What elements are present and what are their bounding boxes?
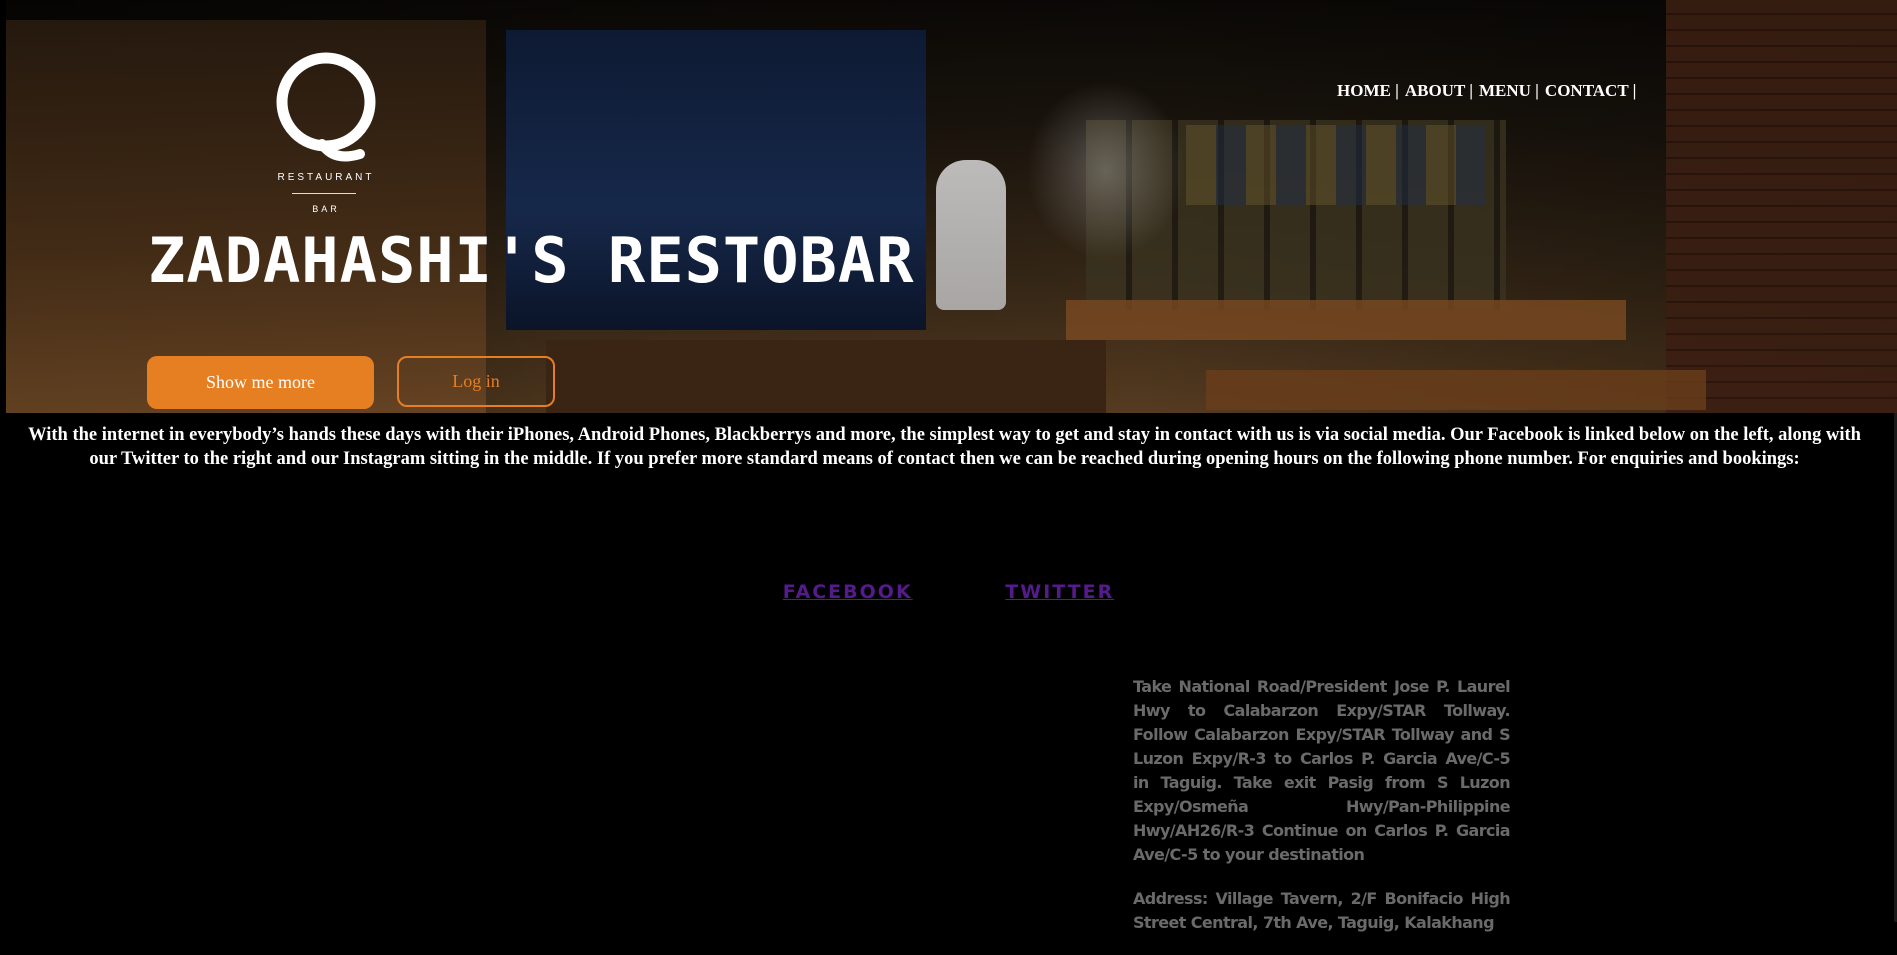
- hero-bg-table: [1066, 300, 1626, 340]
- nav-menu[interactable]: MENU |: [1479, 81, 1539, 101]
- facebook-link[interactable]: FACEBOOK: [783, 581, 913, 603]
- login-button[interactable]: Log in: [397, 356, 555, 407]
- directions-route: Take National Road/President Jose P. Lau…: [1133, 677, 1511, 864]
- hero-bg-wall: [6, 20, 486, 413]
- logo-divider: [292, 193, 356, 194]
- logo-icon: [276, 52, 376, 162]
- hero-bg-table: [1206, 370, 1706, 410]
- directions-address: Address: Village Tavern, 2/F Bonifacio H…: [1133, 889, 1511, 932]
- directions-block: Take National Road/President Jose P. Lau…: [1133, 675, 1511, 955]
- hero-bg-counter: [546, 340, 1106, 413]
- logo-text-bar: BAR: [312, 204, 340, 214]
- main-nav: HOME | ABOUT | MENU | CONTACT |: [1337, 81, 1636, 101]
- intro-paragraph: With the internet in everybody’s hands t…: [28, 425, 1861, 469]
- page-title: ZADAHASHI'S RESTOBAR: [148, 224, 915, 297]
- twitter-link[interactable]: TWITTER: [1005, 581, 1114, 603]
- hero-bg-brick: [1666, 0, 1897, 413]
- nav-home[interactable]: HOME |: [1337, 81, 1399, 101]
- hero-bg-glass: [1186, 125, 1486, 205]
- nav-about[interactable]: ABOUT |: [1405, 81, 1473, 101]
- logo-text-restaurant: RESTAURANT: [277, 172, 375, 183]
- show-more-button[interactable]: Show me more: [147, 356, 374, 409]
- hero-bg-steam: [1026, 80, 1186, 260]
- social-links: FACEBOOK TWITTER: [0, 581, 1897, 603]
- hero-bg-chef: [936, 160, 1006, 310]
- nav-contact[interactable]: CONTACT |: [1545, 81, 1636, 101]
